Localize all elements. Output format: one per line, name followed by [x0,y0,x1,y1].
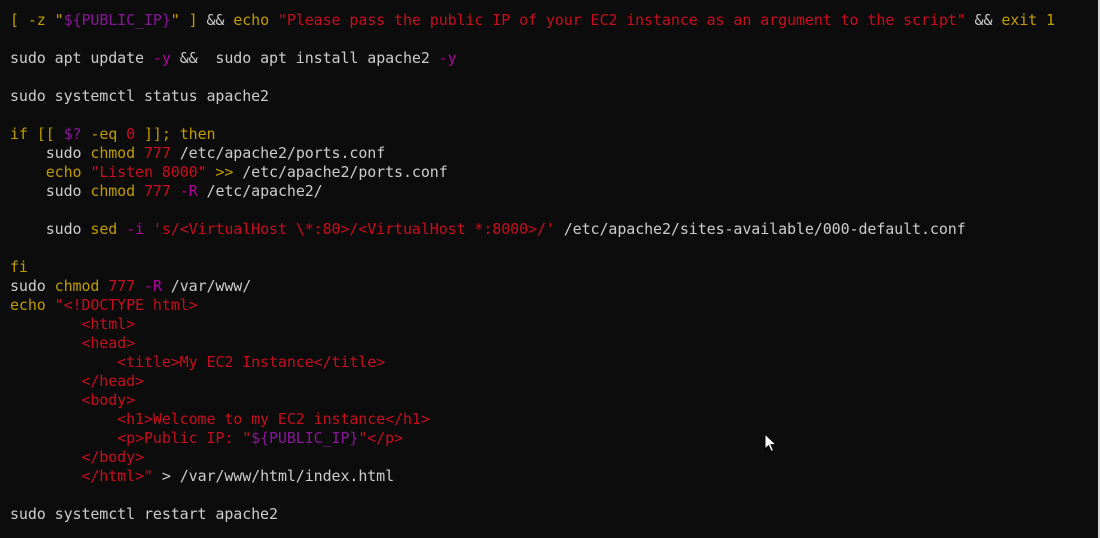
code-token: <head> [10,334,136,352]
code-token: $? [63,125,82,143]
terminal-line: sudo sed -i 's/<VirtualHost \*:80>/<Virt… [10,220,1100,239]
code-token: echo [233,11,278,29]
code-token: 777 [108,277,144,295]
code-token: exit 1 [1001,11,1055,29]
code-token: 0 [126,125,136,143]
code-token: </body> [10,448,144,466]
code-token: > [152,467,180,485]
code-token: if [[ [10,125,64,143]
code-token: -y [438,49,457,67]
terminal-line: sudo chmod 777 -R /var/www/ [10,277,1100,296]
terminal-window[interactable]: [ -z "${PUBLIC_IP}" ] && echo "Please pa… [0,0,1100,538]
terminal-line: <html> [10,315,1100,334]
code-token: <p>Public IP: " [10,429,252,447]
terminal-line: </html>" > /var/www/html/index.html [10,467,1100,486]
code-token: sed [90,220,127,238]
code-token: " ] [170,11,207,29]
code-token: "Listen 8000" [90,163,216,181]
code-token: "<!DOCTYPE html> [54,296,198,314]
code-token: /var/www/html/index.html [179,467,395,485]
terminal-line: sudo chmod 777 -R /etc/apache2/ [10,182,1100,201]
terminal-line: sudo chmod 777 /etc/apache2/ports.conf [10,144,1100,163]
code-token: sudo [10,144,91,162]
terminal-line: sudo systemctl restart apache2 [10,505,1100,524]
code-token: -y [152,49,171,67]
terminal-line: sudo systemctl status apache2 [10,87,1100,106]
code-token: "Please pass the public IP of your EC2 i… [277,11,966,29]
code-token: echo [10,296,55,314]
code-token: >> [215,163,243,181]
code-token: ${PUBLIC_IP} [63,11,171,29]
code-token: /etc/apache2/ports.conf [242,163,448,181]
terminal-line: if [[ $? -eq 0 ]]; then [10,125,1100,144]
terminal-line: sudo apt update -y && sudo apt install a… [10,49,1100,68]
code-token: -R [143,277,171,295]
code-token: && sudo apt install apache2 [170,49,439,67]
code-token: -R [179,182,207,200]
terminal-line: <head> [10,334,1100,353]
code-token: "</p> [358,429,403,447]
code-token: <body> [10,391,136,409]
code-token: && [206,11,234,29]
code-token: ]]; then [135,125,216,143]
terminal-line: echo "Listen 8000" >> /etc/apache2/ports… [10,163,1100,182]
code-token: <h1>Welcome to my EC2 instance</h1> [10,410,430,428]
code-token: chmod [54,277,109,295]
code-token: sudo [10,220,91,238]
code-token: [ -z " [10,11,64,29]
code-token: chmod [90,144,144,162]
terminal-line: <title>My EC2 Instance</title> [10,353,1100,372]
code-token: <title>My EC2 Instance</title> [10,353,386,371]
code-token: && [965,11,1002,29]
terminal-line: <h1>Welcome to my EC2 instance</h1> [10,410,1100,429]
code-token: <html> [10,315,136,333]
code-token: sudo [10,277,55,295]
terminal-line: </body> [10,448,1100,467]
code-token: sudo systemctl restart apache2 [10,505,278,523]
code-token: /var/www/ [170,277,252,295]
code-token: /etc/apache2/sites-available/000-default… [554,220,966,238]
code-token: ${PUBLIC_IP} [251,429,359,447]
code-token: /etc/apache2/ [206,182,323,200]
mouse-pointer-icon [764,433,778,453]
code-token: </head> [10,372,144,390]
terminal-line: </head> [10,372,1100,391]
code-token: /etc/apache2/ports.conf [179,144,386,162]
code-token: sudo [10,182,91,200]
terminal-output[interactable]: [ -z "${PUBLIC_IP}" ] && echo "Please pa… [10,11,1100,524]
code-token: chmod [90,182,144,200]
terminal-line: echo "<!DOCTYPE html> [10,296,1100,315]
code-token: 's/<VirtualHost \*:80>/<VirtualHost *:80… [152,220,555,238]
terminal-line: [ -z "${PUBLIC_IP}" ] && echo "Please pa… [10,11,1100,30]
code-token: </html>" [10,467,153,485]
code-token: -i [126,220,153,238]
code-token: echo [45,163,91,181]
code-token: sudo systemctl status apache2 [10,87,269,105]
code-token: 777 [143,144,180,162]
terminal-line: <body> [10,391,1100,410]
code-token: fi [10,258,28,276]
code-token: -eq [81,125,127,143]
terminal-line: <p>Public IP: "${PUBLIC_IP}"</p> [10,429,1100,448]
terminal-line: fi [10,258,1100,277]
code-token: 777 [143,182,180,200]
code-token: sudo apt update [10,49,153,67]
